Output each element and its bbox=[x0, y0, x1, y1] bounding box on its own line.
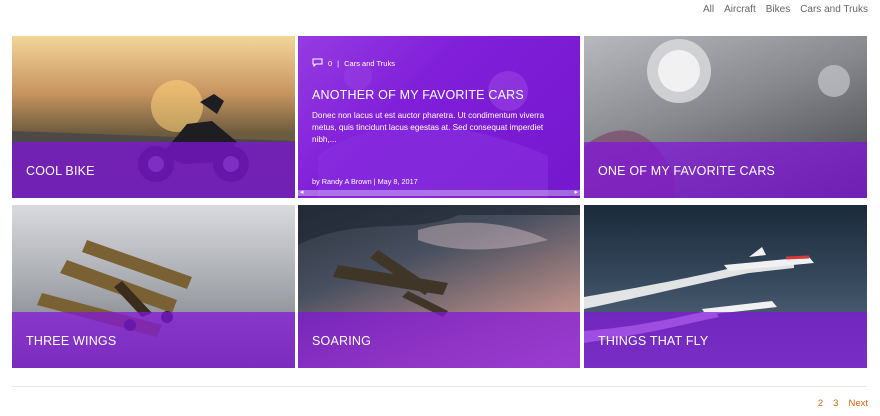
page-3-link[interactable]: 3 bbox=[833, 398, 838, 409]
filter-all[interactable]: All bbox=[703, 4, 714, 15]
post-byline: by Randy A Brown | May 8, 2017 bbox=[312, 177, 418, 186]
portfolio-filter-bar: All Aircraft Bikes Cars and Truks bbox=[703, 4, 868, 15]
portfolio-card-cool-bike[interactable]: COOL BIKE bbox=[12, 36, 295, 198]
scroll-left-icon[interactable]: ◂ bbox=[300, 188, 304, 196]
card-title: SOARING bbox=[312, 334, 372, 348]
portfolio-card-three-wings[interactable]: THREE WINGS bbox=[12, 205, 295, 368]
portfolio-grid: COOL BIKE 0 | Cars and Truks ANOTHER OF … bbox=[12, 36, 867, 368]
featured-scrollbar[interactable]: ◂ ▸ bbox=[298, 188, 580, 196]
comment-icon bbox=[312, 58, 323, 69]
portfolio-card-featured[interactable]: 0 | Cars and Truks ANOTHER OF MY FAVORIT… bbox=[298, 36, 580, 198]
portfolio-card-things-that-fly[interactable]: THINGS THAT FLY bbox=[584, 205, 867, 368]
portfolio-card-favorite-cars[interactable]: ONE OF MY FAVORITE CARS bbox=[584, 36, 867, 198]
card-title[interactable]: ANOTHER OF MY FAVORITE CARS bbox=[312, 88, 524, 102]
card-title: THREE WINGS bbox=[26, 334, 117, 348]
portfolio-card-soaring[interactable]: SOARING bbox=[298, 205, 580, 368]
post-excerpt: Donec non lacus ut est auctor pharetra. … bbox=[312, 111, 545, 144]
meta-separator: | bbox=[337, 59, 340, 68]
scroll-right-icon[interactable]: ▸ bbox=[574, 188, 578, 196]
next-page-link[interactable]: Next bbox=[848, 398, 868, 409]
post-category-link[interactable]: Cars and Truks bbox=[344, 59, 395, 68]
filter-cars-and-truks[interactable]: Cars and Truks bbox=[800, 4, 868, 15]
pagination-divider bbox=[12, 386, 867, 387]
card-title: ONE OF MY FAVORITE CARS bbox=[598, 164, 776, 178]
card-title: THINGS THAT FLY bbox=[598, 334, 709, 348]
comment-count[interactable]: 0 bbox=[328, 59, 332, 68]
card-title: COOL BIKE bbox=[26, 164, 95, 178]
page-2-link[interactable]: 2 bbox=[818, 398, 823, 409]
filter-bikes[interactable]: Bikes bbox=[766, 4, 790, 15]
pagination: 2 3 Next bbox=[818, 398, 868, 409]
post-meta: 0 | Cars and Truks bbox=[312, 58, 395, 69]
filter-aircraft[interactable]: Aircraft bbox=[724, 4, 756, 15]
